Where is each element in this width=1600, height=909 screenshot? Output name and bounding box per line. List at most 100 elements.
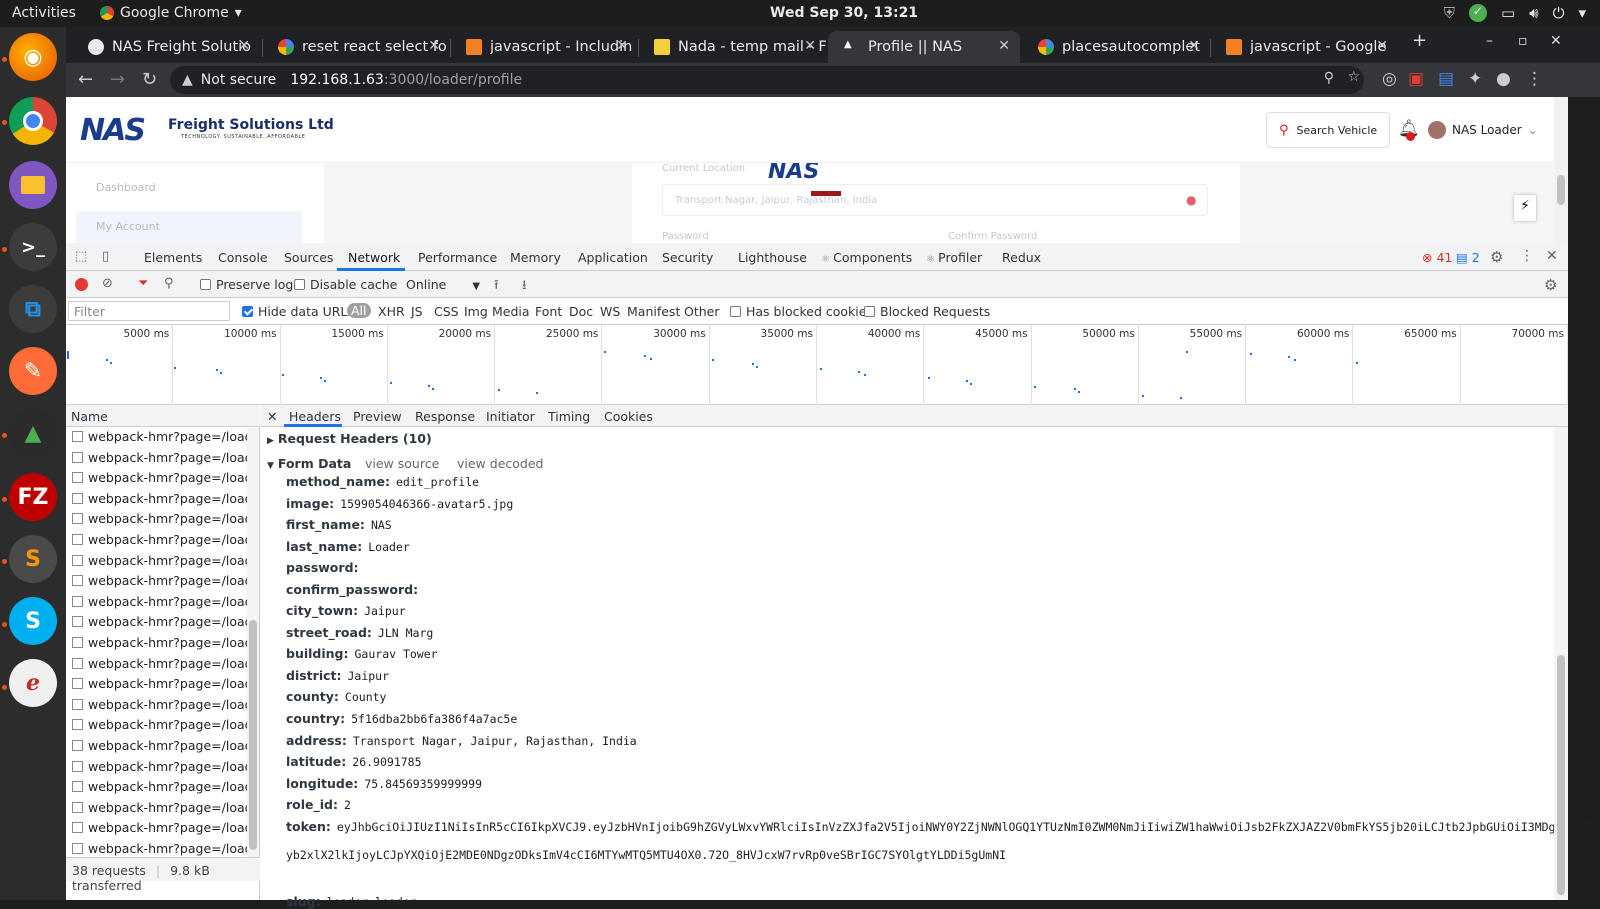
tab-lighthouse[interactable]: Lighthouse [738, 250, 807, 265]
search-icon[interactable]: ⚲ [164, 276, 174, 291]
tab-memory[interactable]: Memory [510, 250, 561, 265]
page-scroll-thumb[interactable] [1557, 175, 1565, 205]
activities-button[interactable]: Activities [12, 5, 76, 21]
throttling-select[interactable]: Online ▼ [406, 277, 480, 292]
minimize-button[interactable]: – [1486, 33, 1493, 49]
sidebar-item-dashboard[interactable]: Dashboard [96, 181, 156, 194]
tab-redux[interactable]: Redux [1002, 250, 1041, 265]
request-row[interactable]: webpack-hmr?page=/loader/. [72, 553, 252, 568]
postman-icon[interactable]: ✎ [9, 347, 57, 395]
blocked-requests-checkbox[interactable]: Blocked Requests [864, 304, 990, 319]
request-row[interactable]: webpack-hmr?page=/loader/. [72, 656, 252, 671]
settings-gear-icon[interactable]: ⚙ [1544, 276, 1557, 294]
request-row[interactable]: webpack-hmr?page=/loader/. [72, 635, 252, 650]
request-list-scroll-thumb[interactable] [249, 620, 257, 850]
request-row[interactable]: webpack-hmr?page=/loader/. [72, 800, 252, 815]
request-row[interactable]: webpack-hmr?page=/loader/. [72, 594, 252, 609]
tab-sources[interactable]: Sources [284, 250, 333, 265]
app-menu[interactable]: Google Chrome ▾ [100, 5, 242, 21]
has-blocked-cookies-checkbox[interactable]: Has blocked cookies [730, 304, 873, 319]
maximize-button[interactable]: ▫ [1518, 33, 1528, 49]
form-data-section[interactable]: ▼ Form Data [267, 456, 351, 471]
current-location-input[interactable]: Transport Nagar, Jaipur, Rajasthan, Indi… [662, 184, 1208, 216]
close-icon[interactable]: ✕ [238, 38, 250, 54]
chevron-down-icon[interactable]: ▾ [1578, 4, 1586, 22]
tab-headers[interactable]: Headers [289, 409, 341, 424]
check-icon[interactable]: ✓ [1468, 4, 1487, 22]
volume-icon[interactable]: 🔊︎ [1529, 4, 1538, 22]
tab-console[interactable]: Console [218, 250, 268, 265]
request-row[interactable]: webpack-hmr?page=/loader/. [72, 697, 252, 712]
tab-response[interactable]: Response [415, 409, 475, 424]
error-count[interactable]: ⊗ 41 [1422, 250, 1452, 265]
request-headers-section[interactable]: ▶ Request Headers (10) [267, 431, 432, 446]
tab-reset-react-select[interactable]: reset react select fo ✕ [262, 31, 450, 63]
terminal-icon[interactable]: >_ [9, 223, 57, 271]
shield-icon[interactable]: ⛨ [1444, 4, 1455, 22]
device-toolbar-icon[interactable]: ▯ [102, 249, 109, 264]
disable-cache-checkbox[interactable]: Disable cache [294, 277, 397, 292]
close-devtools-icon[interactable]: ✕ [1546, 248, 1558, 264]
filter-input[interactable]: Filter [68, 301, 230, 321]
skype-icon[interactable]: S [9, 597, 57, 645]
filter-icon[interactable]: ⏷ [138, 276, 148, 291]
star-icon[interactable]: ☆ [1347, 69, 1360, 85]
notification-bell-icon[interactable]: 🔔︎ [1398, 119, 1420, 141]
nas-logo[interactable]: NAS [80, 113, 146, 148]
message-count[interactable]: ▤ 2 [1456, 250, 1480, 265]
close-icon[interactable]: ✕ [1188, 38, 1200, 54]
tab-performance[interactable]: Performance [418, 250, 497, 265]
tab-profile-nas[interactable]: ▲ Profile || NAS ✕ [828, 31, 1020, 63]
tab-profiler[interactable]: ⚛ Profiler [926, 250, 982, 265]
vscode-icon[interactable]: ⧉ [9, 285, 57, 333]
filezilla-icon[interactable]: FZ [9, 473, 57, 521]
search-vehicle-button[interactable]: ⚲ Search Vehicle [1266, 112, 1390, 148]
tab-initiator[interactable]: Initiator [486, 409, 535, 424]
close-detail-icon[interactable]: ✕ [267, 409, 277, 424]
filter-xhr[interactable]: XHR [378, 304, 405, 319]
record-button[interactable] [75, 278, 88, 291]
zoom-icon[interactable]: ⚲ [1324, 70, 1334, 86]
close-icon[interactable]: ✕ [1376, 38, 1388, 54]
tab-nas-freight[interactable]: NAS Freight Solutio ✕ [72, 31, 260, 63]
filter-doc[interactable]: Doc [569, 304, 593, 319]
sublime-icon[interactable]: S [9, 535, 57, 583]
request-row[interactable]: webpack-hmr?page=/loader/. [72, 614, 252, 629]
filter-manifest[interactable]: Manifest [627, 304, 680, 319]
tab-javascript-including[interactable]: javascript - Includin ✕ [450, 31, 638, 63]
detail-scroll-thumb[interactable] [1557, 655, 1565, 895]
close-icon[interactable]: ✕ [998, 38, 1010, 54]
robo3t-icon[interactable]: ▲ [9, 409, 57, 457]
request-row[interactable]: webpack-hmr?page=/loader/. [72, 511, 252, 526]
view-source-link[interactable]: view source [365, 456, 439, 471]
tab-elements[interactable]: Elements [144, 250, 202, 265]
user-menu[interactable]: NAS Loader ⌄ [1428, 121, 1538, 139]
inspect-icon[interactable]: ⬚ [75, 249, 87, 264]
close-icon[interactable]: ✕ [616, 38, 628, 54]
tab-network[interactable]: Network [348, 250, 400, 265]
filter-font[interactable]: Font [535, 304, 562, 319]
name-column-header[interactable]: Name [66, 405, 260, 427]
sidebar-item-my-account[interactable]: My Account [76, 211, 302, 243]
request-row[interactable]: webpack-hmr?page=/loader/. [72, 450, 252, 465]
files-icon[interactable] [9, 161, 57, 209]
request-row[interactable]: webpack-hmr?page=/loader/. [72, 491, 252, 506]
tab-cookies[interactable]: Cookies [604, 409, 653, 424]
request-row[interactable]: webpack-hmr?page=/loader/. [72, 779, 252, 794]
page-scrollbar[interactable] [1554, 97, 1568, 243]
lightning-icon[interactable]: ⚡︎ [1514, 195, 1536, 221]
filter-js[interactable]: JS [411, 304, 423, 319]
tab-timing[interactable]: Timing [548, 409, 590, 424]
more-icon[interactable]: ⋮ [1520, 248, 1534, 264]
request-row[interactable]: webpack-hmr?page=/loader/. [72, 759, 252, 774]
request-row[interactable]: webpack-hmr?page=/loader/. [72, 820, 252, 835]
tab-application[interactable]: Application [578, 250, 648, 265]
firefox-icon[interactable]: ◉ [9, 33, 57, 81]
extension-icon[interactable]: ◎ [1382, 69, 1397, 89]
window-icon[interactable]: ▭ [1501, 4, 1515, 22]
reload-icon[interactable]: ↻ [142, 69, 157, 90]
warning-icon[interactable]: ▲ [182, 72, 193, 88]
request-row[interactable]: webpack-hmr?page=/loader/. [72, 841, 252, 856]
filter-all[interactable]: All [347, 303, 371, 318]
clear-icon[interactable]: ⊘ [102, 276, 113, 291]
